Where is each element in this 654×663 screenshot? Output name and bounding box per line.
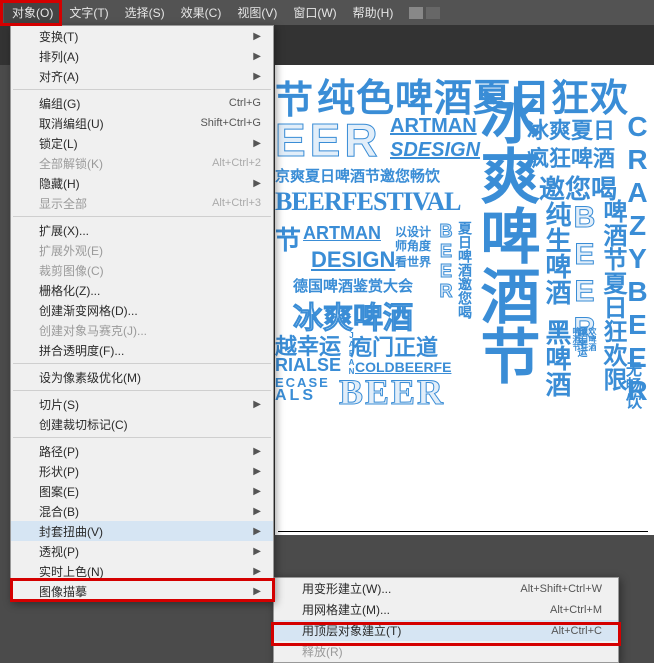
menu-pixel-perfect[interactable]: 设为像素级优化(M) <box>11 367 273 387</box>
canvas-text: ARTMAN <box>303 223 381 244</box>
canvas-text: 无畅饮 <box>619 361 643 409</box>
menu-crop-image: 裁剪图像(C) <box>11 260 273 280</box>
menu-crop-marks[interactable]: 创建裁切标记(C) <box>11 414 273 434</box>
menu-object[interactable]: 对象(O) <box>4 0 61 25</box>
canvas-text: RIALSE <box>275 355 341 376</box>
canvas-text: ARTMAN <box>390 115 477 138</box>
document-canvas[interactable]: 节 纯色啤酒夏日狂欢 EER ARTMAN SDESIGN 冰爽夏日 疯狂啤酒 … <box>275 65 654 535</box>
menu-separator <box>13 437 271 438</box>
canvas-text: DESIGN <box>311 247 395 273</box>
submenu-arrow-icon: ▶ <box>253 138 261 149</box>
menu-separator <box>13 216 271 217</box>
canvas-text: 夏日啤酒邀您喝 <box>455 221 475 319</box>
canvas-text: 看世界 <box>395 253 431 270</box>
menu-view[interactable]: 视图(V) <box>229 0 285 25</box>
canvas-text: 冰爽啤酒节 <box>475 85 535 385</box>
menu-pattern[interactable]: 图案(E)▶ <box>11 481 273 501</box>
canvas-text: 师角度 <box>395 237 431 254</box>
submenu-arrow-icon: ▶ <box>253 51 261 62</box>
submenu-make-with-warp[interactable]: 用变形建立(W)...Alt+Shift+Ctrl+W <box>274 578 618 599</box>
menu-lock[interactable]: 锁定(L)▶ <box>11 133 273 153</box>
canvas-text: JAPAN <box>347 331 356 376</box>
menu-separator <box>13 390 271 391</box>
menu-arrange[interactable]: 排列(A)▶ <box>11 46 273 66</box>
menu-expand[interactable]: 扩展(X)... <box>11 220 273 240</box>
submenu-release: 释放(R) <box>274 641 618 662</box>
submenu-arrow-icon: ▶ <box>253 71 261 82</box>
submenu-arrow-icon: ▶ <box>253 526 261 537</box>
menu-help[interactable]: 帮助(H) <box>345 0 402 25</box>
top-menubar: 对象(O) 文字(T) 选择(S) 效果(C) 视图(V) 窗口(W) 帮助(H… <box>0 0 654 25</box>
canvas-text: 欢啤酒 <box>587 327 598 351</box>
menu-group[interactable]: 编组(G)Ctrl+G <box>11 93 273 113</box>
menu-perspective[interactable]: 透视(P)▶ <box>11 541 273 561</box>
canvas-text: SDESIGN <box>390 139 480 162</box>
menu-path[interactable]: 路径(P)▶ <box>11 441 273 461</box>
object-dropdown: 变换(T)▶ 排列(A)▶ 对齐(A)▶ 编组(G)Ctrl+G 取消编组(U)… <box>10 25 274 602</box>
menu-blend[interactable]: 混合(B)▶ <box>11 501 273 521</box>
menu-rasterize[interactable]: 栅格化(Z)... <box>11 280 273 300</box>
menu-slice[interactable]: 切片(S)▶ <box>11 394 273 414</box>
submenu-arrow-icon: ▶ <box>253 546 261 557</box>
menu-separator <box>13 363 271 364</box>
submenu-arrow-icon: ▶ <box>253 466 261 477</box>
selection-edge <box>278 530 648 532</box>
canvas-text: BEER <box>435 221 456 301</box>
envelope-submenu: 用变形建立(W)...Alt+Shift+Ctrl+W 用网格建立(M)...A… <box>273 577 619 663</box>
canvas-text: 京爽夏日啤酒节邀您畅饮 <box>275 165 440 186</box>
menu-separator <box>13 89 271 90</box>
canvas-text: BEER <box>339 371 445 413</box>
menu-ungroup[interactable]: 取消编组(U)Shift+Ctrl+G <box>11 113 273 133</box>
submenu-arrow-icon: ▶ <box>253 566 261 577</box>
submenu-arrow-icon: ▶ <box>253 446 261 457</box>
submenu-arrow-icon: ▶ <box>253 399 261 410</box>
menu-window[interactable]: 窗口(W) <box>285 0 344 25</box>
canvas-text: 庖门正道 <box>350 330 438 362</box>
menu-select[interactable]: 选择(S) <box>117 0 173 25</box>
canvas-text: ALS <box>275 387 316 405</box>
menu-align[interactable]: 对齐(A)▶ <box>11 66 273 86</box>
menu-unlock-all: 全部解锁(K)Alt+Ctrl+2 <box>11 153 273 173</box>
menu-transform[interactable]: 变换(T)▶ <box>11 26 273 46</box>
menu-image-trace[interactable]: 图像描摹▶ <box>11 581 273 601</box>
menu-show-all: 显示全部Alt+Ctrl+3 <box>11 193 273 213</box>
menu-hide[interactable]: 隐藏(H)▶ <box>11 173 273 193</box>
canvas-text: BEERFESTIVAL <box>275 187 461 217</box>
submenu-make-with-top-object[interactable]: 用顶层对象建立(T)Alt+Ctrl+C <box>274 620 618 641</box>
submenu-make-with-mesh[interactable]: 用网格建立(M)...Alt+Ctrl+M <box>274 599 618 620</box>
layout-switcher-icon[interactable] <box>409 7 440 19</box>
canvas-text: 节 <box>275 220 301 257</box>
menu-effect[interactable]: 效果(C) <box>173 0 230 25</box>
menu-flatten[interactable]: 拼合透明度(F)... <box>11 340 273 360</box>
submenu-arrow-icon: ▶ <box>253 31 261 42</box>
submenu-arrow-icon: ▶ <box>253 586 261 597</box>
menu-text[interactable]: 文字(T) <box>61 0 116 25</box>
menu-envelope-distort[interactable]: 封套扭曲(V)▶ <box>11 521 273 541</box>
canvas-text: EER <box>275 113 382 167</box>
menu-shape[interactable]: 形状(P)▶ <box>11 461 273 481</box>
menu-live-paint[interactable]: 实时上色(N)▶ <box>11 561 273 581</box>
submenu-arrow-icon: ▶ <box>253 178 261 189</box>
menu-gradient-mesh[interactable]: 创建渐变网格(D)... <box>11 300 273 320</box>
submenu-arrow-icon: ▶ <box>253 486 261 497</box>
submenu-arrow-icon: ▶ <box>253 506 261 517</box>
menu-expand-appearance: 扩展外观(E) <box>11 240 273 260</box>
menu-object-mosaic: 创建对象马赛克(J)... <box>11 320 273 340</box>
